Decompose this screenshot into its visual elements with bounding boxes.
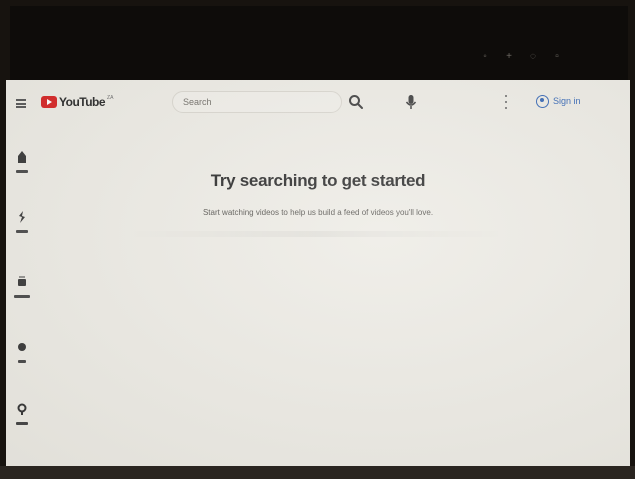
rail-item-subscriptions[interactable] <box>14 275 30 303</box>
monitor-bezel <box>0 466 635 479</box>
history-icon <box>17 403 27 415</box>
account-icon <box>536 94 549 108</box>
photo-frame: ◦ + ◌ ▫ YouTube ZA Search Sign in Try se… <box>0 0 635 479</box>
search-box[interactable] <box>172 91 342 113</box>
sign-in-button[interactable]: Sign in <box>536 92 581 110</box>
reload-icon[interactable]: ◌ <box>528 52 538 62</box>
bookmark-icon[interactable]: + <box>504 52 514 62</box>
search-icon[interactable] <box>347 93 365 111</box>
window-controls: ◦ + ◌ ▫ <box>480 52 562 62</box>
browser-chrome: ◦ + ◌ ▫ <box>10 6 628 80</box>
subscriptions-icon <box>18 276 26 286</box>
empty-state-divider <box>126 231 506 237</box>
settings-kebab-icon[interactable] <box>504 95 508 109</box>
you-icon <box>18 343 26 351</box>
play-logo-icon <box>41 96 57 108</box>
youtube-logo[interactable]: YouTube ZA <box>41 95 113 109</box>
rail-item-you[interactable] <box>14 340 30 368</box>
extension-icon[interactable]: ◦ <box>480 52 490 62</box>
rail-label <box>16 230 28 233</box>
logo-country-code: ZA <box>107 95 114 101</box>
rail-label <box>18 360 26 363</box>
tabs-icon[interactable]: ▫ <box>552 52 562 62</box>
microphone-icon[interactable] <box>404 93 418 111</box>
rail-label <box>16 422 28 425</box>
home-icon <box>18 151 26 163</box>
empty-state-title: Try searching to get started <box>210 171 426 190</box>
search-input[interactable] <box>183 96 323 108</box>
empty-state-subtitle: Start watching videos to help us build a… <box>202 208 434 217</box>
sign-in-label: Sign in <box>553 96 581 106</box>
logo-text: YouTube <box>59 95 106 109</box>
rail-item-history[interactable] <box>14 402 30 430</box>
rail-label <box>14 295 30 298</box>
masthead: YouTube ZA Sign in <box>6 80 630 124</box>
hamburger-menu-icon[interactable] <box>16 99 26 108</box>
youtube-page: YouTube ZA Sign in <box>6 80 630 467</box>
